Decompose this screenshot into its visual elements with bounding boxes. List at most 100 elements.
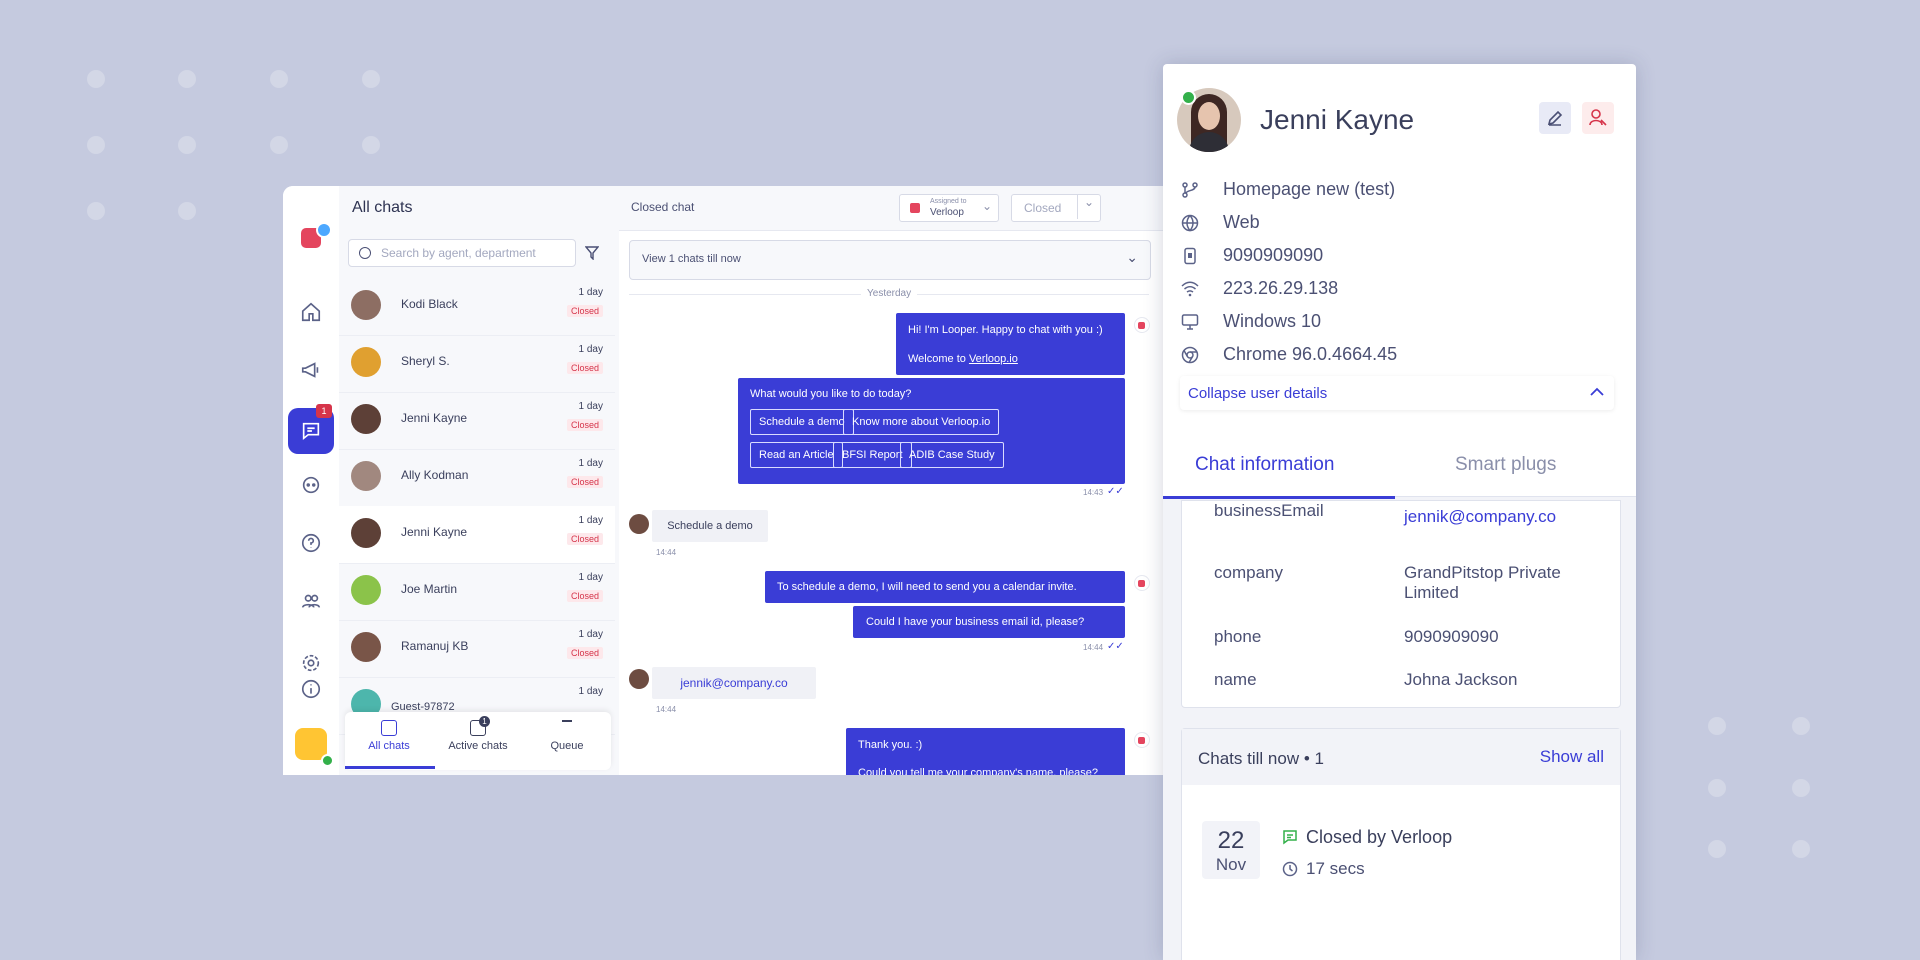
contact-name: Kodi Black <box>401 297 458 311</box>
chat-app-window: 1 All chats Search by agent, department … <box>283 186 1163 775</box>
tab-label: All chats <box>368 740 410 752</box>
status-badge: Closed <box>566 533 603 545</box>
active-tab-indicator <box>345 766 435 769</box>
avatar <box>351 632 381 662</box>
avatar <box>351 518 381 548</box>
field-key: company <box>1214 563 1283 582</box>
status-badge: Closed <box>566 647 603 659</box>
chat-date-month: Nov <box>1215 855 1247 874</box>
chevron-up-icon <box>1590 387 1604 396</box>
status-badge: Closed <box>566 476 603 488</box>
megaphone-icon[interactable] <box>297 356 325 384</box>
tab-active-chats[interactable]: Active chats <box>434 720 522 752</box>
edit-user-button[interactable] <box>1539 102 1571 134</box>
option-schedule-demo[interactable]: Schedule a demo <box>750 409 854 435</box>
browser-value: Chrome 96.0.4664.45 <box>1223 344 1398 364</box>
collapse-label: Collapse user details <box>1188 385 1328 402</box>
view-chats-bar[interactable]: View 1 chats till now ⌄ <box>629 240 1151 280</box>
chat-list-item[interactable]: Sheryl S. 1 day Closed <box>339 335 615 393</box>
bot-message-text: What would you like to do today? <box>750 388 912 400</box>
field-value-phone: 9090909090 <box>1404 627 1499 646</box>
chat-transcript: Closed chat Assigned to Verloop ⌄ Closed… <box>619 186 1163 775</box>
field-value-email[interactable]: jennik@company.co <box>1404 507 1556 527</box>
user-message: Schedule a demo <box>652 510 768 542</box>
chat-list-item[interactable]: Kodi Black 1 day Closed <box>339 278 615 336</box>
bot-message: Thank you. :) Could you tell me your com… <box>846 728 1125 775</box>
avatar <box>351 575 381 605</box>
chat-title: Closed chat <box>631 200 695 214</box>
user-details-panel: Jenni Kayne Homepage new (test) Web 9090… <box>1163 64 1636 960</box>
ip-value: 223.26.29.138 <box>1223 278 1339 298</box>
chat-age: 1 day <box>578 401 603 412</box>
bot-icon[interactable] <box>297 471 325 499</box>
chevron-down-icon: ⌄ <box>981 199 992 213</box>
user-block-icon <box>1589 109 1607 126</box>
chat-age: 1 day <box>578 686 603 697</box>
home-icon[interactable] <box>297 298 325 326</box>
list-bottom-tabs: All chats Active chats 1 Queue <box>345 712 611 770</box>
chat-list-item[interactable]: Jenni Kayne 1 day Closed <box>339 392 615 450</box>
chat-age: 1 day <box>578 287 603 298</box>
chat-duration: 17 secs <box>1306 859 1365 878</box>
search-input[interactable]: Search by agent, department <box>348 239 576 267</box>
globe-icon <box>1181 214 1199 232</box>
chat-list-item[interactable]: Ramanuj KB 1 day Closed <box>339 620 615 678</box>
day-label: Yesterday <box>861 288 918 299</box>
tab-all-chats[interactable]: All chats <box>345 720 433 752</box>
chats-till-now-header: Chats till now • 1 Show all <box>1182 729 1620 785</box>
contact-name: Ally Kodman <box>401 468 469 482</box>
chat-date: 22 Nov <box>1202 821 1260 879</box>
option-know-more[interactable]: Know more about Verloop.io <box>843 409 1000 435</box>
user-email-message: jennik@company.co <box>652 667 816 699</box>
chats-badge: 1 <box>316 404 332 418</box>
chat-age: 1 day <box>578 629 603 640</box>
field-value-name: Johna Jackson <box>1404 670 1518 689</box>
status-select[interactable]: Closed ⌄ <box>1011 194 1101 222</box>
verloop-link[interactable]: Verloop.io <box>969 353 1018 365</box>
collapse-user-details-button[interactable]: Collapse user details <box>1180 376 1614 410</box>
settings-icon[interactable] <box>297 649 325 677</box>
info-icon[interactable] <box>297 675 325 703</box>
online-status-dot <box>1181 90 1196 105</box>
chat-list-item[interactable]: Joe Martin 1 day Closed <box>339 563 615 621</box>
user-avatar <box>629 514 649 534</box>
chrome-icon <box>1181 346 1199 364</box>
double-check-icon: ✓✓ <box>1107 486 1124 497</box>
status-badge: Closed <box>566 305 603 317</box>
chevron-down-icon: ⌄ <box>1126 249 1138 265</box>
bot-message-text: Hi! I'm Looper. Happy to chat with you :… <box>908 324 1103 336</box>
tab-smart-plugs[interactable]: Smart plugs <box>1455 454 1556 476</box>
search-icon <box>359 247 371 259</box>
clock-icon <box>1282 861 1298 877</box>
assigned-to-dropdown[interactable]: Assigned to Verloop ⌄ <box>899 194 999 222</box>
avatar <box>351 461 381 491</box>
tab-queue[interactable]: Queue <box>523 720 611 752</box>
option-read-article[interactable]: Read an Article <box>750 442 843 468</box>
chat-list-item-selected[interactable]: Jenni Kayne 1 day Closed <box>339 506 615 564</box>
tab-chat-information[interactable]: Chat information <box>1195 454 1334 476</box>
message-time: 14:43 <box>1083 488 1104 497</box>
block-user-button[interactable] <box>1582 102 1614 134</box>
mobile-icon <box>1184 247 1196 265</box>
chat-list-item[interactable]: Ally Kodman 1 day Closed <box>339 449 615 507</box>
bot-message-text: Could you tell me your company's name, p… <box>858 767 1098 775</box>
assigned-value: Verloop <box>930 207 964 218</box>
team-icon[interactable] <box>297 587 325 615</box>
bot-message: Could I have your business email id, ple… <box>853 606 1125 638</box>
option-adib-case-study[interactable]: ADIB Case Study <box>900 442 1004 468</box>
channel-value: Web <box>1223 212 1260 232</box>
day-separator: Yesterday <box>629 288 1149 299</box>
all-chats-icon <box>381 720 397 736</box>
bot-avatar <box>1134 732 1150 748</box>
search-placeholder: Search by agent, department <box>381 246 536 260</box>
assigned-label: Assigned to <box>930 198 967 205</box>
chat-closed-icon <box>1283 830 1297 845</box>
filter-icon[interactable] <box>585 246 599 260</box>
show-all-link[interactable]: Show all <box>1540 747 1604 767</box>
closed-by-label: Closed by Verloop <box>1306 827 1453 847</box>
message-time: 14:44 <box>656 705 677 714</box>
bot-message-text: Thank you. :) <box>858 739 923 751</box>
status-badge: Closed <box>566 590 603 602</box>
help-icon[interactable] <box>297 529 325 557</box>
bot-avatar <box>1134 575 1150 591</box>
